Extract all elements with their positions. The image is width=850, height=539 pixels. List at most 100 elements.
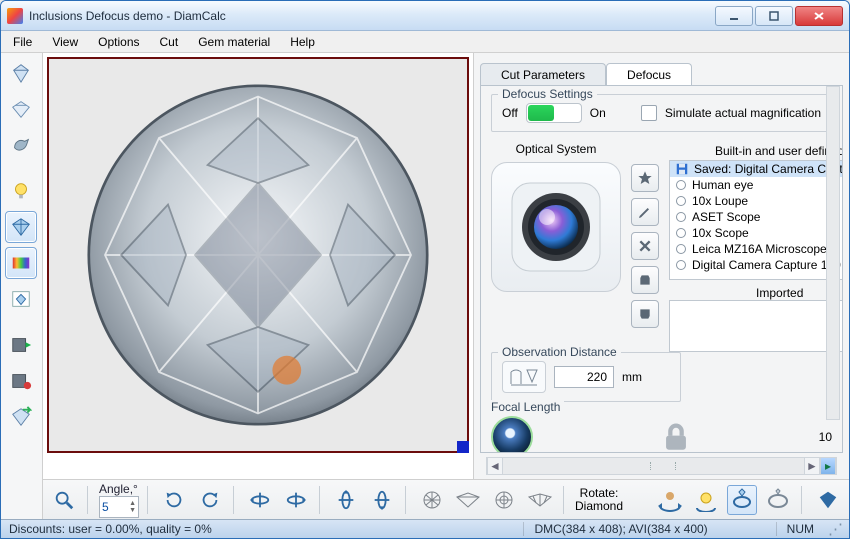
status-bar: Discounts: user = 0.00%, quality = 0% DM… bbox=[1, 519, 849, 538]
cut-pattern-3-button[interactable] bbox=[489, 485, 519, 515]
focal-length-label: Focal Length bbox=[487, 400, 564, 414]
human-rotate-button[interactable] bbox=[655, 485, 685, 515]
tilt-down-button[interactable] bbox=[367, 485, 397, 515]
list-item-label: Digital Camera Capture 100 bbox=[692, 258, 841, 272]
favorite-button[interactable] bbox=[631, 164, 659, 192]
simulate-magnification-checkbox[interactable] bbox=[641, 105, 657, 121]
optical-system-section: Optical System bbox=[491, 142, 832, 352]
list-item[interactable]: ASET Scope bbox=[670, 209, 843, 225]
tab-defocus[interactable]: Defocus bbox=[606, 63, 692, 86]
list-item-label: ASET Scope bbox=[692, 210, 760, 224]
tool-lightbulb[interactable] bbox=[5, 175, 37, 207]
panel-scrollbar[interactable] bbox=[826, 86, 840, 420]
zoom-button[interactable] bbox=[49, 485, 79, 515]
menu-gem-material[interactable]: Gem material bbox=[190, 33, 278, 51]
tool-diamond-render[interactable] bbox=[5, 211, 37, 243]
optical-action-buttons bbox=[631, 164, 659, 352]
tilt-right-button[interactable] bbox=[281, 485, 311, 515]
menu-options[interactable]: Options bbox=[90, 33, 147, 51]
tool-spectrum[interactable] bbox=[5, 247, 37, 279]
rotate-ccw-button[interactable] bbox=[195, 485, 225, 515]
optical-system-list[interactable]: Saved: Digital Camera Capture 100 Human … bbox=[669, 160, 843, 280]
menu-help[interactable]: Help bbox=[282, 33, 323, 51]
content-area: Cut Parameters Defocus Defocus Settings … bbox=[1, 53, 849, 519]
cut-pattern-1-button[interactable] bbox=[417, 485, 447, 515]
scroll-right-icon[interactable]: ► bbox=[804, 458, 820, 474]
window-title: Inclusions Defocus demo - DiamCalc bbox=[29, 9, 715, 23]
camera-lens-icon bbox=[506, 177, 606, 277]
tilt-up-button[interactable] bbox=[331, 485, 361, 515]
imported-section: Imported bbox=[669, 286, 843, 352]
edit-button[interactable] bbox=[631, 198, 659, 226]
minimize-button[interactable] bbox=[715, 6, 753, 26]
rotate-cw-button[interactable] bbox=[159, 485, 189, 515]
tool-movie-record[interactable] bbox=[5, 365, 37, 397]
defocus-settings-group: Defocus Settings Off On Simulate actual … bbox=[491, 94, 832, 132]
scroll-alt-icon[interactable]: ▸ bbox=[820, 458, 836, 474]
menu-file[interactable]: File bbox=[5, 33, 40, 51]
tab-cut-parameters[interactable]: Cut Parameters bbox=[480, 63, 606, 86]
list-item[interactable]: Digital Camera Capture 100 bbox=[670, 257, 843, 273]
tab-strip: Cut Parameters Defocus bbox=[480, 59, 843, 85]
tool-movie-play[interactable] bbox=[5, 329, 37, 361]
center-column: Cut Parameters Defocus Defocus Settings … bbox=[43, 53, 849, 519]
observation-distance-input[interactable]: 220 bbox=[554, 366, 614, 388]
rotate-label-line1: Rotate: bbox=[575, 487, 623, 500]
diamond-render-icon bbox=[78, 75, 438, 435]
list-item[interactable]: Leica MZ16A Microscope bbox=[670, 241, 843, 257]
imported-list[interactable] bbox=[669, 300, 843, 352]
menu-view[interactable]: View bbox=[44, 33, 86, 51]
resize-grip-icon[interactable]: ⋰ bbox=[828, 520, 841, 538]
angle-label: Angle,° bbox=[99, 482, 138, 496]
menu-cut[interactable]: Cut bbox=[152, 33, 187, 51]
import-button[interactable] bbox=[631, 266, 659, 294]
resize-handle[interactable] bbox=[457, 441, 469, 453]
titlebar: Inclusions Defocus demo - DiamCalc bbox=[1, 1, 849, 31]
panel-scrollbar-horizontal[interactable]: ◄ ► ▸ bbox=[486, 457, 837, 475]
optical-system-label: Optical System bbox=[516, 142, 597, 156]
tool-diamond-side[interactable] bbox=[5, 93, 37, 125]
export-button[interactable] bbox=[631, 300, 659, 328]
diamond-blue-button[interactable] bbox=[813, 485, 843, 515]
spinner-icon[interactable]: ▲▼ bbox=[129, 500, 136, 514]
angle-input[interactable]: 5▲▼ bbox=[99, 496, 139, 518]
tool-diamond-export[interactable] bbox=[5, 401, 37, 433]
simulate-magnification-label: Simulate actual magnification bbox=[665, 106, 821, 120]
cut-pattern-4-button[interactable] bbox=[525, 485, 555, 515]
status-dimensions: DMC(384 x 408); AVI(384 x 400) bbox=[523, 522, 707, 536]
cut-pattern-2-button[interactable] bbox=[453, 485, 483, 515]
scroll-left-icon[interactable]: ◄ bbox=[487, 458, 503, 474]
list-item-label: Leica MZ16A Microscope bbox=[692, 242, 827, 256]
tool-diamond-photo[interactable] bbox=[5, 283, 37, 315]
delete-button[interactable] bbox=[631, 232, 659, 260]
rotate-label-line2: Diamond bbox=[575, 500, 623, 513]
tilt-left-button[interactable] bbox=[245, 485, 275, 515]
defocus-toggle[interactable] bbox=[526, 103, 582, 123]
tool-lighting[interactable] bbox=[5, 129, 37, 161]
camera-preview bbox=[491, 162, 621, 292]
app-icon bbox=[7, 8, 23, 24]
close-button[interactable] bbox=[795, 6, 843, 26]
lock-icon bbox=[659, 420, 693, 453]
observation-distance-unit: mm bbox=[622, 370, 642, 384]
ring-rotate-button[interactable] bbox=[727, 485, 757, 515]
list-item-label: Saved: Digital Camera Capture 100 bbox=[694, 162, 843, 176]
off-label: Off bbox=[502, 106, 518, 120]
ring-tilt-button[interactable] bbox=[763, 485, 793, 515]
bottom-toolbar: Angle,° 5▲▼ Rotate: bbox=[43, 479, 849, 519]
light-rotate-button[interactable] bbox=[691, 485, 721, 515]
tool-diamond-top[interactable] bbox=[5, 57, 37, 89]
list-item[interactable]: Human eye bbox=[670, 177, 843, 193]
right-panel: Cut Parameters Defocus Defocus Settings … bbox=[473, 53, 849, 479]
toolbar-separator bbox=[801, 486, 805, 514]
list-header: Built-in and user defined bbox=[669, 142, 843, 160]
list-item[interactable]: 10x Loupe bbox=[670, 193, 843, 209]
maximize-button[interactable] bbox=[755, 6, 793, 26]
observation-icon bbox=[502, 361, 546, 393]
lens-icon bbox=[491, 416, 533, 453]
list-item[interactable]: 10x Scope bbox=[670, 225, 843, 241]
list-item[interactable]: Saved: Digital Camera Capture 100 bbox=[670, 161, 843, 177]
list-item-label: Human eye bbox=[692, 178, 753, 192]
diamond-viewer[interactable] bbox=[47, 57, 469, 453]
focal-length-group: Focal Length 10 bbox=[491, 412, 832, 453]
